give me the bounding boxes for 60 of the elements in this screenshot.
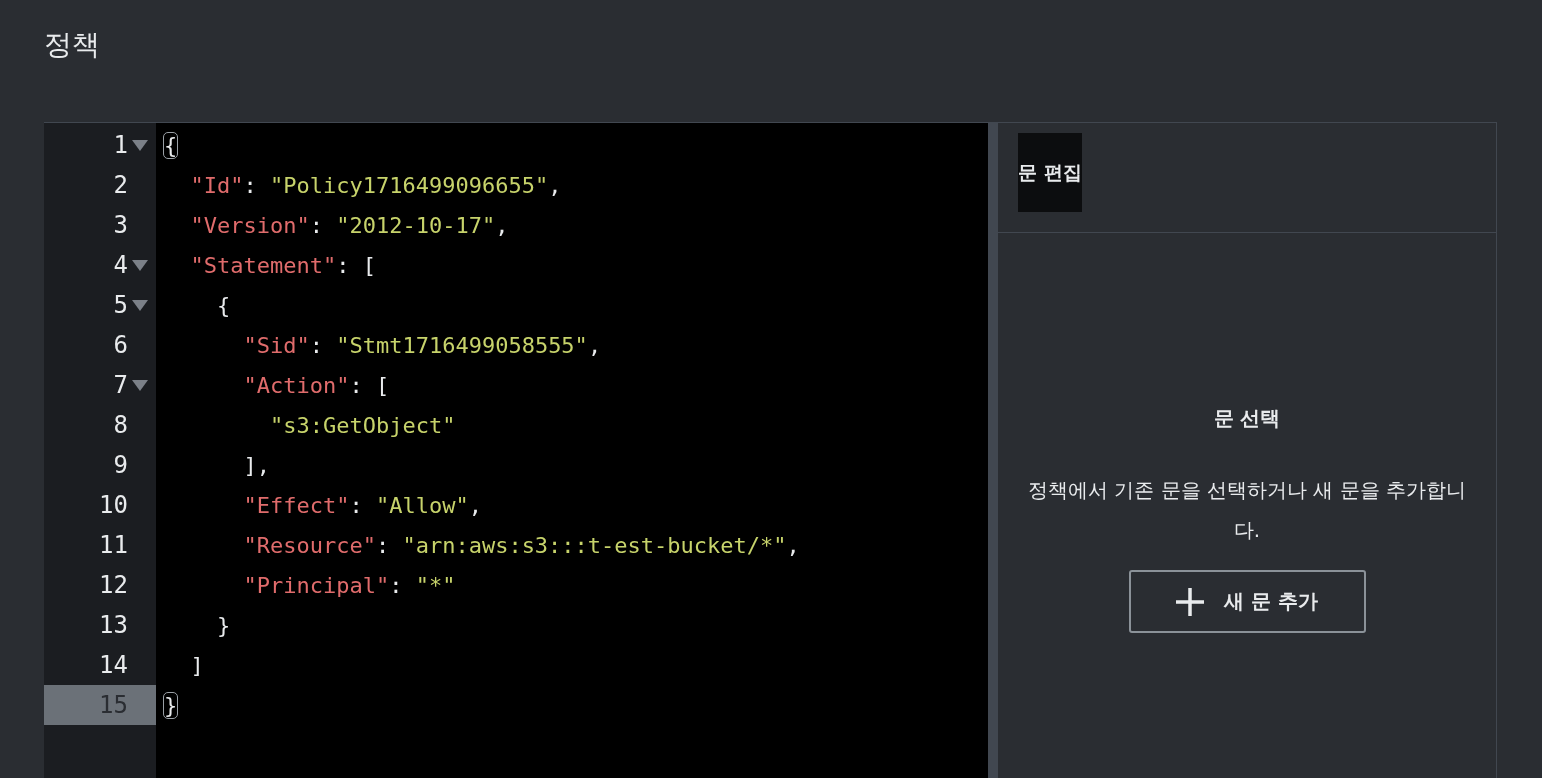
json-punctuation: : (309, 212, 324, 238)
json-punctuation: : (349, 492, 364, 518)
line-number: 8 (113, 411, 128, 439)
json-key: "Effect" (164, 492, 350, 518)
code-editor[interactable] (44, 123, 998, 778)
line-number: 7 (113, 371, 128, 399)
line-number: 11 (99, 531, 128, 559)
json-punctuation: , (587, 332, 602, 358)
json-punctuation: : [ (336, 252, 376, 278)
json-string: "Policy1716499096655" (270, 172, 549, 198)
line-number: 4 (113, 251, 128, 279)
line-number: 3 (113, 211, 128, 239)
fold-caret-icon[interactable] (132, 299, 148, 311)
fold-caret-icon[interactable] (132, 379, 148, 391)
line-number: 13 (99, 611, 128, 639)
json-punctuation: : (309, 332, 324, 358)
json-string: "*" (415, 572, 456, 598)
page-title: 정책 (44, 27, 101, 63)
json-key: "Resource" (164, 532, 376, 558)
json-punctuation: : [ (349, 372, 390, 398)
json-string: "arn:aws:s3:::t-est-bucket/*" (402, 532, 787, 558)
json-punctuation: ], (242, 452, 270, 478)
panel-heading: 문 선택 (1213, 405, 1281, 432)
json-punctuation: , (495, 212, 509, 238)
json-key: "Principal" (164, 572, 390, 598)
json-string: "2012-10-17" (336, 212, 496, 238)
line-number: 1 (113, 131, 128, 159)
json-key: "Version" (164, 212, 310, 238)
panel-description: 정책에서 기존 문을 선택하거나 새 문을 추가합니다. (1026, 477, 1468, 544)
line-number: 15 (99, 691, 128, 719)
json-punctuation: : (389, 572, 404, 598)
plus-icon (1176, 587, 1205, 616)
line-number: 14 (99, 651, 128, 679)
json-key: "Sid" (164, 332, 310, 358)
add-statement-button[interactable]: 새 문 추가 (1128, 570, 1366, 633)
json-punctuation: , (468, 492, 482, 518)
json-punctuation: ] (189, 652, 204, 678)
matched-bracket: } (164, 692, 178, 718)
json-key: "Statement" (164, 252, 337, 278)
line-number: 6 (113, 331, 128, 359)
line-number: 5 (113, 291, 128, 319)
json-key: "Action" (164, 372, 350, 398)
json-punctuation: , (786, 532, 800, 558)
fold-caret-icon[interactable] (132, 139, 148, 151)
json-string: "Allow" (375, 492, 469, 518)
json-punctuation: , (548, 172, 562, 198)
line-number: 2 (113, 171, 128, 199)
json-punctuation: : (375, 532, 391, 558)
json-punctuation: } (215, 612, 231, 638)
json-key: "Id" (164, 172, 244, 198)
line-number: 9 (113, 451, 128, 479)
panel-tab[interactable]: 문 편집 (1018, 133, 1082, 212)
fold-caret-icon[interactable] (132, 259, 148, 271)
line-number: 10 (99, 491, 128, 519)
json-punctuation: { (215, 292, 231, 318)
matched-bracket: { (164, 132, 178, 158)
json-string: "Stmt1716499058555" (336, 332, 588, 358)
json-punctuation: : (243, 172, 258, 198)
json-string: "s3:GetObject" (268, 412, 456, 438)
line-number: 12 (99, 571, 128, 599)
